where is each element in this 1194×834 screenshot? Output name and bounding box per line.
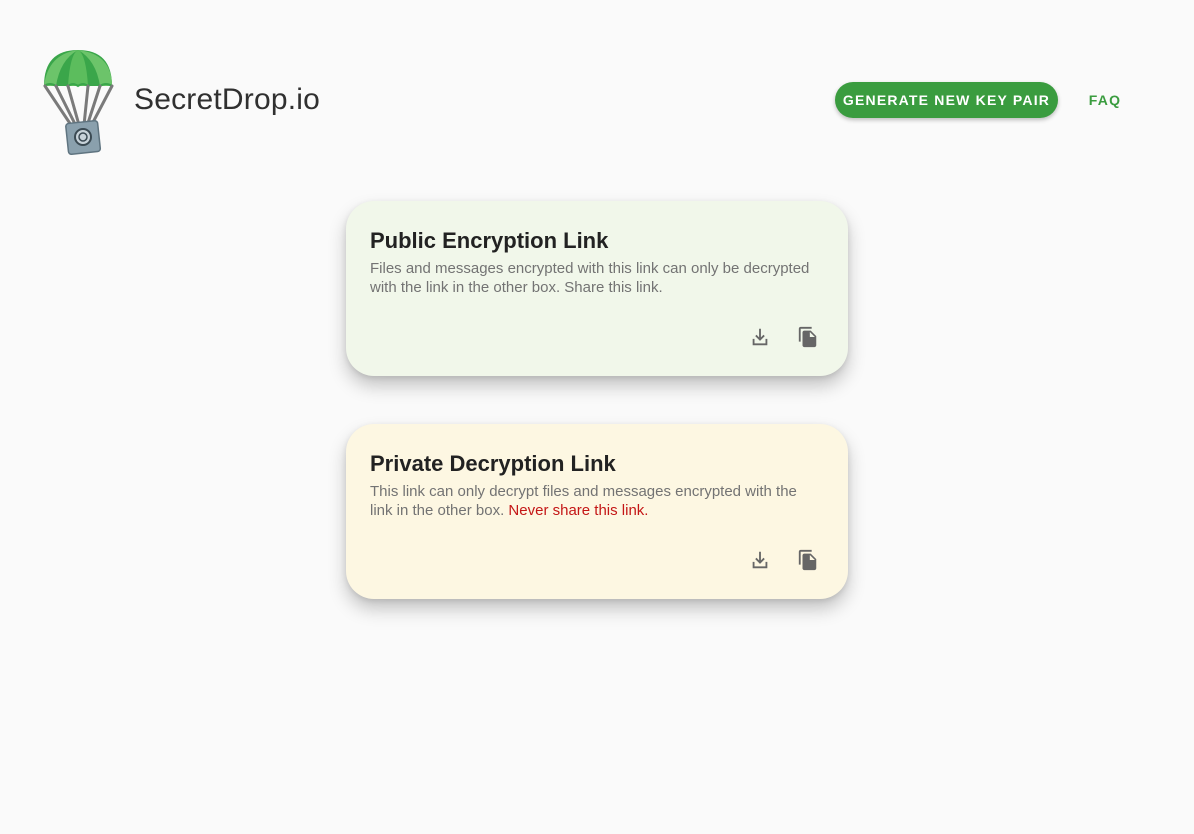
public-encryption-card: Public Encryption Link Files and message… [346,201,848,376]
never-share-warning: Never share this link. [508,502,649,519]
public-card-title: Public Encryption Link [370,228,609,253]
private-copy-button[interactable] [794,546,822,574]
faq-link[interactable]: FAQ [1080,82,1130,118]
copy-icon [798,326,817,348]
private-card-description: This link can only decrypt files and mes… [370,482,820,520]
private-decryption-card: Private Decryption Link This link can on… [346,424,848,599]
page: SecretDrop.io GENERATE NEW KEY PAIR FAQ … [0,0,1194,834]
public-download-button[interactable] [746,323,774,351]
public-card-description: Files and messages encrypted with this l… [370,260,810,296]
parachute-logo-icon [43,50,114,156]
private-download-button[interactable] [746,546,774,574]
public-copy-button[interactable] [794,323,822,351]
copy-icon [798,549,817,571]
app-header: SecretDrop.io GENERATE NEW KEY PAIR FAQ [0,0,1194,200]
private-card-title: Private Decryption Link [370,451,616,476]
download-icon [752,328,768,346]
download-icon [752,551,768,569]
generate-key-pair-button[interactable]: GENERATE NEW KEY PAIR [835,82,1058,118]
brand-title: SecretDrop.io [134,83,321,116]
